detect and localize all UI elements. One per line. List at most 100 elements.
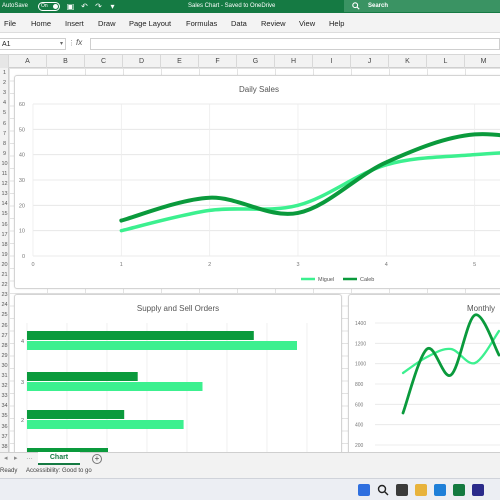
start-icon[interactable] (358, 484, 370, 496)
column-header-j[interactable]: J (350, 55, 388, 68)
row-header[interactable]: 32 (0, 383, 9, 389)
select-all-corner[interactable] (0, 55, 8, 68)
row-header[interactable]: 27 (0, 333, 9, 339)
sheet-tab-chart[interactable]: Chart (38, 452, 80, 465)
quick-access-dropdown-icon[interactable]: ▾ (108, 2, 117, 11)
row-header[interactable]: 19 (0, 252, 9, 258)
autosave-toggle[interactable]: On (38, 2, 60, 11)
y-tick-label: 1400 (355, 321, 366, 327)
menu-file[interactable]: File (4, 19, 16, 28)
column-header-h[interactable]: H (274, 55, 312, 68)
column-header-k[interactable]: K (388, 55, 426, 68)
more-sheets-icon[interactable]: … (26, 454, 33, 461)
row-header[interactable]: 35 (0, 413, 9, 419)
add-sheet-button[interactable]: + (92, 454, 102, 464)
menu-review[interactable]: Review (261, 19, 286, 28)
row-header[interactable]: 6 (0, 121, 9, 127)
row-header[interactable]: 16 (0, 222, 9, 228)
search-icon[interactable] (377, 484, 389, 496)
chart-monthly[interactable]: Monthly 1400 1200 1000 800 600 400 200 (348, 294, 500, 458)
column-header-c[interactable]: C (84, 55, 122, 68)
row-header[interactable]: 30 (0, 363, 9, 369)
chart-supply-sell-orders[interactable]: Supply and Sell Orders 4321 (14, 294, 342, 458)
formula-input[interactable] (90, 38, 500, 50)
row-header[interactable]: 7 (0, 131, 9, 137)
row-header[interactable]: 14 (0, 201, 9, 207)
column-header-l[interactable]: L (426, 55, 464, 68)
autosave-label: AutoSave (2, 3, 29, 9)
chevron-left-icon[interactable]: ◂ (4, 454, 8, 462)
row-header[interactable]: 9 (0, 151, 9, 157)
row-header[interactable]: 10 (0, 161, 9, 167)
row-header[interactable]: 1 (0, 70, 9, 76)
column-header-m[interactable]: M (464, 55, 500, 68)
menu-formulas[interactable]: Formulas (186, 19, 217, 28)
column-header-g[interactable]: G (236, 55, 274, 68)
row-header[interactable]: 26 (0, 323, 9, 329)
row-header[interactable]: 22 (0, 282, 9, 288)
name-box-value: A1 (2, 41, 11, 48)
row-header[interactable]: 12 (0, 181, 9, 187)
row-header[interactable]: 38 (0, 444, 9, 450)
column-header-i[interactable]: I (312, 55, 350, 68)
task-view-icon[interactable] (396, 484, 408, 496)
y-tick-label: 60 (19, 102, 25, 108)
column-header-b[interactable]: B (46, 55, 84, 68)
edge-icon[interactable] (434, 484, 446, 496)
store-icon[interactable] (472, 484, 484, 496)
row-header[interactable]: 23 (0, 292, 9, 298)
excel-icon[interactable] (453, 484, 465, 496)
row-header[interactable]: 29 (0, 353, 9, 359)
chevron-right-icon[interactable]: ▸ (14, 454, 18, 462)
supply-sell-plot: 4321 (21, 323, 308, 457)
y-tick-label: 0 (22, 254, 25, 260)
column-header-e[interactable]: E (160, 55, 198, 68)
menu-view[interactable]: View (299, 19, 315, 28)
row-header[interactable]: 33 (0, 393, 9, 399)
menu-help[interactable]: Help (329, 19, 344, 28)
menu-draw[interactable]: Draw (98, 19, 116, 28)
row-header[interactable]: 11 (0, 171, 9, 177)
row-header[interactable]: 28 (0, 343, 9, 349)
y-tick-label: 20 (19, 203, 25, 209)
row-header[interactable]: 3 (0, 90, 9, 96)
row-header[interactable]: 4 (0, 100, 9, 106)
row-header[interactable]: 5 (0, 110, 9, 116)
row-header[interactable]: 25 (0, 312, 9, 318)
row-header[interactable]: 20 (0, 262, 9, 268)
undo-icon[interactable]: ↶ (80, 2, 89, 11)
row-header[interactable]: 2 (0, 80, 9, 86)
status-bar: Ready Accessibility: Good to go (0, 465, 500, 478)
accessibility-status[interactable]: Accessibility: Good to go (26, 468, 92, 474)
row-header[interactable]: 18 (0, 242, 9, 248)
row-header[interactable]: 17 (0, 232, 9, 238)
more-options-icon[interactable]: ⋮ (68, 39, 75, 47)
row-header[interactable]: 8 (0, 141, 9, 147)
chevron-down-icon[interactable]: ▾ (60, 39, 63, 50)
y-tick-label: 10 (19, 229, 25, 235)
column-header-d[interactable]: D (122, 55, 160, 68)
menu-page-layout[interactable]: Page Layout (129, 19, 171, 28)
row-header[interactable]: 15 (0, 211, 9, 217)
menu-insert[interactable]: Insert (65, 19, 84, 28)
row-header[interactable]: 37 (0, 434, 9, 440)
row-header[interactable]: 34 (0, 403, 9, 409)
row-header[interactable]: 36 (0, 424, 9, 430)
redo-icon[interactable]: ↷ (94, 2, 103, 11)
column-header-f[interactable]: F (198, 55, 236, 68)
row-header[interactable]: 13 (0, 191, 9, 197)
insert-function-button[interactable]: fx (76, 38, 82, 47)
search-box[interactable]: Search (344, 0, 500, 12)
file-explorer-icon[interactable] (415, 484, 427, 496)
row-header[interactable]: 31 (0, 373, 9, 379)
document-title: Sales Chart - Saved to OneDrive (188, 3, 276, 9)
column-header-a[interactable]: A (8, 55, 46, 68)
chart-daily-sales[interactable]: Daily Sales 01020304050600123456MiguelCa… (14, 75, 500, 289)
save-icon[interactable]: ▣ (66, 2, 75, 11)
row-header[interactable]: 21 (0, 272, 9, 278)
bar (27, 331, 254, 340)
menu-home[interactable]: Home (31, 19, 51, 28)
name-box[interactable]: A1 ▾ (0, 38, 66, 50)
menu-data[interactable]: Data (231, 19, 247, 28)
row-header[interactable]: 24 (0, 302, 9, 308)
